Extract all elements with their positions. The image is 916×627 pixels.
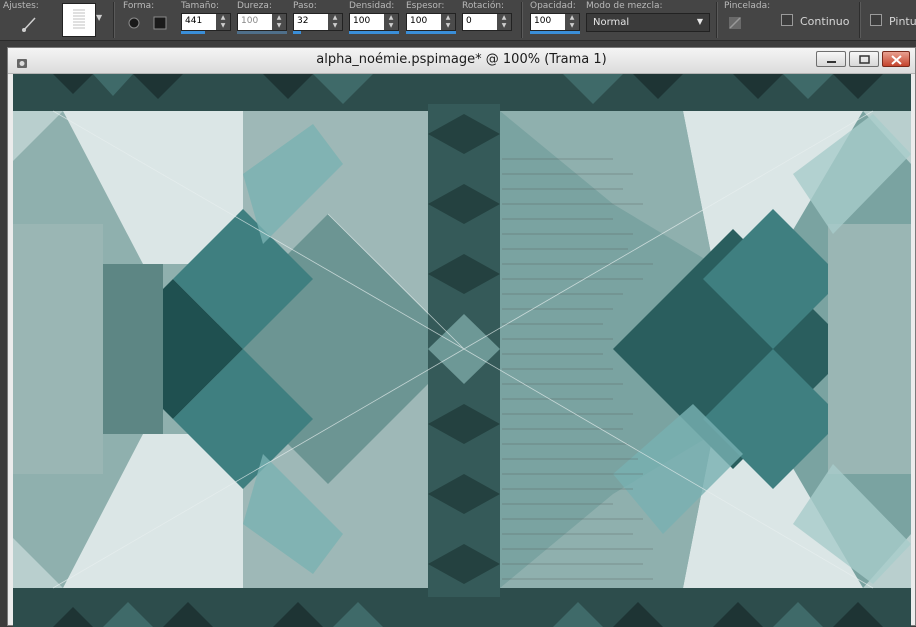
image-canvas[interactable] [13, 74, 911, 627]
pintura-label: Pintur [889, 15, 916, 28]
rotacion-value: 0 [466, 16, 472, 26]
maximize-icon [859, 55, 870, 64]
ajustes-label: Ajustes: [3, 1, 39, 11]
opacidad-input[interactable]: 100 ▲ ▼ [530, 13, 580, 34]
dureza-spinner[interactable]: ▲ ▼ [272, 14, 286, 30]
densidad-value: 100 [353, 16, 371, 26]
tamano-input[interactable]: 441 ▲ ▼ [181, 13, 231, 34]
espesor-value: 100 [410, 16, 428, 26]
minimize-button[interactable] [816, 51, 846, 67]
rotacion-input[interactable]: 0 ▲ ▼ [462, 13, 512, 31]
chevron-down-icon: ▼ [696, 17, 703, 26]
brush-preset-icon[interactable] [20, 14, 40, 34]
brush-tip-dropdown-icon[interactable]: ▼ [96, 13, 102, 22]
pincelada-label: Pincelada: [724, 1, 771, 11]
densidad-label: Densidad: [349, 1, 395, 11]
dureza-label: Dureza: [237, 1, 272, 11]
round-shape-icon[interactable] [124, 13, 144, 33]
paso-spinner[interactable]: ▲ ▼ [328, 14, 342, 30]
densidad-input[interactable]: 100 ▲ ▼ [349, 13, 399, 34]
square-shape-icon[interactable] [150, 13, 170, 33]
canvas-artwork [13, 74, 911, 627]
paso-input[interactable]: 32 ▲ ▼ [293, 13, 343, 34]
espesor-label: Espesor: [406, 1, 445, 11]
espesor-spinner[interactable]: ▲ ▼ [441, 14, 455, 30]
forma-label: Forma: [123, 1, 155, 11]
dureza-value: 100 [241, 16, 259, 26]
blend-mode-select[interactable]: Normal ▼ [586, 13, 710, 32]
densidad-spinner[interactable]: ▲ ▼ [384, 14, 398, 30]
paso-value: 32 [297, 16, 309, 26]
tamano-spinner[interactable]: ▲ ▼ [216, 14, 230, 30]
close-button[interactable] [882, 51, 910, 67]
modo-mezcla-label: Modo de mezcla: [586, 1, 663, 11]
brush-tip-preview[interactable] [62, 3, 96, 37]
tamano-value: 441 [185, 16, 203, 26]
document-titlebar[interactable]: alpha_noémie.pspimage* @ 100% (Trama 1) [8, 48, 915, 74]
paso-label: Paso: [293, 1, 317, 11]
opacidad-value: 100 [534, 16, 552, 26]
stroke-tool-icon[interactable] [726, 13, 746, 33]
tamano-label: Tamaño: [181, 1, 220, 11]
continuo-checkbox[interactable] [781, 14, 793, 26]
rotacion-label: Rotación: [462, 1, 505, 11]
dureza-input[interactable]: 100 ▲ ▼ [237, 13, 287, 34]
maximize-button[interactable] [849, 51, 879, 67]
document-title: alpha_noémie.pspimage* @ 100% (Trama 1) [316, 52, 607, 67]
minimize-icon [827, 61, 836, 63]
document-window: alpha_noémie.pspimage* @ 100% (Trama 1) [7, 47, 916, 627]
pintura-checkbox[interactable] [870, 14, 882, 26]
rotacion-spinner[interactable]: ▲ ▼ [497, 14, 511, 30]
opacidad-spinner[interactable]: ▲ ▼ [565, 14, 579, 30]
opacidad-label: Opacidad: [530, 1, 576, 11]
blend-mode-value: Normal [593, 17, 630, 28]
espesor-input[interactable]: 100 ▲ ▼ [406, 13, 456, 34]
continuo-label: Continuo [800, 15, 850, 28]
tool-options-toolbar: Ajustes: ▼ Forma: Tamaño: 441 ▲ ▼ Dureza:… [0, 0, 916, 41]
close-icon [891, 55, 902, 65]
